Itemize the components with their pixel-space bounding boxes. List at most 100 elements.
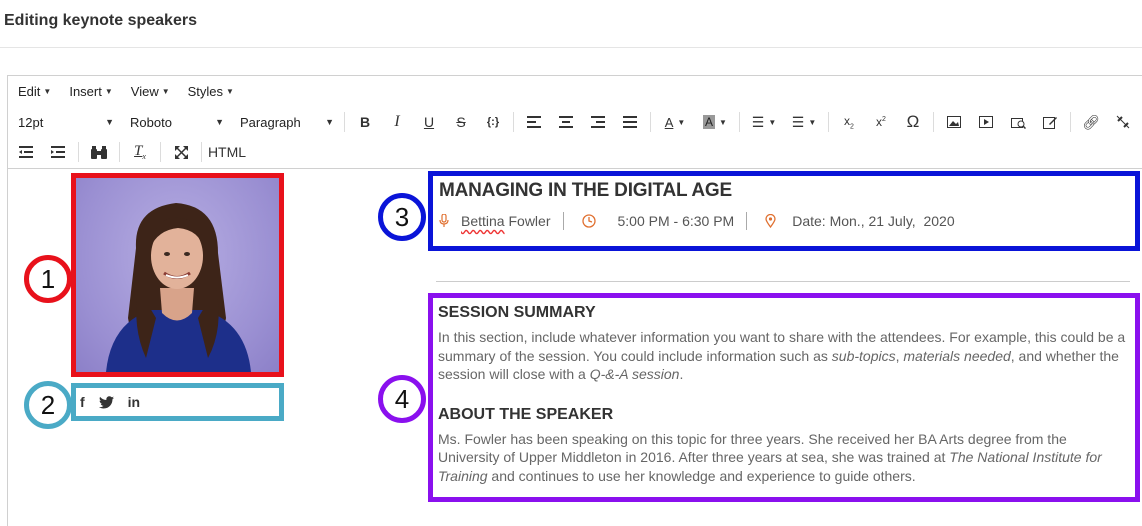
indent-icon xyxy=(51,146,65,158)
about-speaker-text: Ms. Fowler has been speaking on this top… xyxy=(438,430,1130,486)
menu-edit-label: Edit xyxy=(18,83,41,99)
text-color-icon: A xyxy=(664,114,674,130)
microphone-icon xyxy=(439,214,449,228)
align-center-button[interactable] xyxy=(550,110,582,134)
chevron-down-icon: ▼ xyxy=(677,117,686,127)
clock-icon xyxy=(581,214,596,228)
linkedin-icon[interactable]: in xyxy=(128,394,140,410)
meta-divider xyxy=(746,212,748,230)
find-button[interactable] xyxy=(83,140,115,164)
location-pin-icon xyxy=(765,214,776,228)
superscript-button[interactable]: x2 xyxy=(865,110,897,134)
numbered-list-icon: ☰ xyxy=(791,113,805,130)
chevron-down-icon: ▼ xyxy=(808,117,817,127)
font-size-select[interactable]: 12pt ▼ xyxy=(8,110,120,134)
speaker-first-name: Bettina xyxy=(461,213,505,229)
chevron-down-icon: ▼ xyxy=(105,117,114,127)
italic-button[interactable]: I xyxy=(381,110,413,134)
menu-styles[interactable]: Styles ▼ xyxy=(188,84,234,99)
omega-icon: Ω xyxy=(906,112,920,131)
special-char-button[interactable]: Ω xyxy=(897,110,929,134)
clear-format-button[interactable]: Tx xyxy=(124,140,156,164)
font-family-select[interactable]: Roboto ▼ xyxy=(120,110,230,134)
unlink-icon xyxy=(1116,115,1130,129)
bold-button[interactable]: B xyxy=(349,110,381,134)
twitter-icon[interactable] xyxy=(98,395,114,409)
speaker-photo[interactable] xyxy=(71,173,284,377)
insert-image-button[interactable] xyxy=(938,110,970,134)
justify-icon xyxy=(623,116,637,128)
align-left-icon xyxy=(527,116,541,128)
menu-insert[interactable]: Insert ▼ xyxy=(69,84,112,99)
menu-edit[interactable]: Edit ▼ xyxy=(18,84,51,99)
justify-button[interactable] xyxy=(614,110,646,134)
insert-link-button[interactable]: 🔗︎ xyxy=(1075,110,1107,134)
insert-media-button[interactable] xyxy=(970,110,1002,134)
speaker-name: Bettina Fowler xyxy=(461,213,551,229)
block-format-select[interactable]: Paragraph ▼ xyxy=(230,110,340,134)
underline-button[interactable]: U xyxy=(413,110,445,134)
image-icon xyxy=(947,116,961,128)
edit-icon xyxy=(1043,117,1057,129)
menu-view[interactable]: View ▼ xyxy=(131,84,170,99)
speaker-text-2: and continues to use her knowledge and e… xyxy=(487,467,916,484)
social-links: f in xyxy=(71,383,284,421)
subscript-icon: x2 xyxy=(844,113,854,131)
speaker-last-name: Fowler xyxy=(508,213,551,229)
session-summary-heading: SESSION SUMMARY xyxy=(438,304,596,321)
unlink-button[interactable] xyxy=(1107,110,1139,134)
summary-em-2: materials needed xyxy=(903,347,1011,364)
image-manager-button[interactable] xyxy=(1002,110,1034,134)
session-header[interactable]: MANAGING IN THE DIGITAL AGE Bettina Fowl… xyxy=(428,171,1140,251)
underline-icon: U xyxy=(423,114,435,130)
bold-icon: B xyxy=(359,114,371,130)
text-color-button[interactable]: A ▼ xyxy=(655,110,695,134)
callout-marker-4: 4 xyxy=(378,375,426,423)
chevron-down-icon: ▼ xyxy=(104,86,113,96)
toolbar-separator xyxy=(344,112,345,132)
subscript-button[interactable]: x2 xyxy=(833,110,865,134)
background-color-icon: A xyxy=(703,115,716,129)
bullet-list-icon: ☰ xyxy=(751,113,765,130)
font-family-value: Roboto xyxy=(130,114,172,130)
html-source-button[interactable]: HTML xyxy=(206,140,248,164)
align-right-button[interactable] xyxy=(582,110,614,134)
background-color-button[interactable]: A ▼ xyxy=(695,110,735,134)
fullscreen-button[interactable] xyxy=(165,140,197,164)
toolbar-separator xyxy=(119,142,120,162)
outdent-button[interactable] xyxy=(10,140,42,164)
title-divider xyxy=(0,47,1142,48)
toolbar-separator xyxy=(201,142,202,162)
bullet-list-button[interactable]: ☰ ▼ xyxy=(744,110,784,134)
session-title: MANAGING IN THE DIGITAL AGE xyxy=(439,180,732,201)
menubar: Edit ▼ Insert ▼ View ▼ Styles ▼ xyxy=(8,76,1142,106)
facebook-icon[interactable]: f xyxy=(80,394,85,410)
fullscreen-icon xyxy=(174,145,188,159)
italic-icon: I xyxy=(394,113,400,130)
source-code-button[interactable]: {:} xyxy=(477,110,509,134)
chevron-down-icon: ▼ xyxy=(325,117,334,127)
session-details[interactable]: SESSION SUMMARY In this section, include… xyxy=(428,293,1140,502)
strikethrough-button[interactable]: S xyxy=(445,110,477,134)
toolbar-separator xyxy=(739,112,740,132)
outdent-icon xyxy=(19,146,33,158)
toolbar-separator xyxy=(828,112,829,132)
media-icon xyxy=(979,116,993,128)
callout-marker-2: 2 xyxy=(24,381,72,429)
align-left-button[interactable] xyxy=(518,110,550,134)
image-manager-icon xyxy=(1010,117,1026,129)
indent-button[interactable] xyxy=(42,140,74,164)
chevron-down-icon: ▼ xyxy=(719,117,727,127)
chevron-down-icon: ▼ xyxy=(161,86,170,96)
session-summary-text: In this section, include whatever inform… xyxy=(438,328,1130,384)
chevron-down-icon: ▼ xyxy=(768,117,777,127)
align-center-icon xyxy=(559,116,573,128)
session-date: Date: Mon., 21 July, 2020 xyxy=(792,213,955,229)
edit-button[interactable] xyxy=(1034,110,1066,134)
numbered-list-button[interactable]: ☰ ▼ xyxy=(784,110,824,134)
link-icon: 🔗︎ xyxy=(1082,113,1100,130)
toolbar-separator xyxy=(933,112,934,132)
clear-format-icon: Tx xyxy=(134,143,146,161)
editor-content-area[interactable]: f in 1 2 MANAGING IN THE DIGITAL AGE Bet… xyxy=(8,168,1142,526)
